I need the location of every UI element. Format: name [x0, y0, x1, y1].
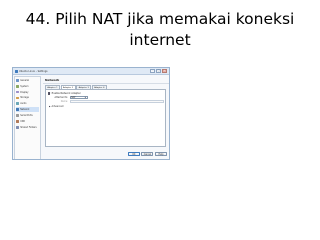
- sidebar-item-shared-folders[interactable]: Shared Folders: [16, 125, 39, 130]
- attached-to-select[interactable]: NAT ▼: [69, 95, 88, 99]
- sidebar-item-storage[interactable]: Storage: [16, 95, 39, 100]
- app-icon: [15, 69, 18, 73]
- advanced-label: Advanced: [51, 105, 64, 108]
- window-titlebar: Ubuntu Linux – Settings – □ ×: [13, 68, 169, 75]
- attached-to-value: NAT: [71, 95, 76, 99]
- monitor-icon: [16, 90, 19, 94]
- attached-to-row: Attached to: NAT ▼: [53, 95, 88, 99]
- window-controls: – □ ×: [150, 69, 167, 73]
- slide-title: 44. Pilih NAT jika memakai koneksi inter…: [20, 9, 300, 51]
- name-select[interactable]: [69, 100, 164, 103]
- cancel-button[interactable]: Cancel: [141, 152, 154, 156]
- settings-window: Ubuntu Linux – Settings – □ × General Sy…: [12, 67, 170, 160]
- slide-title-line-1: 44. Pilih NAT jika memakai koneksi: [25, 10, 295, 28]
- sidebar-item-usb[interactable]: USB: [16, 119, 39, 124]
- sidebar-item-serial-ports[interactable]: Serial Ports: [16, 113, 39, 118]
- serial-port-icon: [16, 114, 19, 117]
- sidebar-item-label: System: [20, 84, 29, 88]
- expand-arrow-icon: ▶: [49, 105, 51, 108]
- speaker-icon: [16, 102, 19, 106]
- advanced-row[interactable]: ▶ Advanced: [49, 105, 63, 108]
- disk-icon: [16, 96, 19, 100]
- help-button[interactable]: Help: [155, 152, 167, 156]
- minimize-button[interactable]: –: [150, 69, 156, 73]
- sidebar-item-system[interactable]: System: [16, 84, 39, 89]
- attached-to-label: Attached to:: [54, 95, 68, 99]
- sidebar-item-label: USB: [20, 119, 25, 123]
- name-row: Name:: [53, 100, 164, 103]
- sidebar-item-label: Network: [20, 108, 30, 112]
- chevron-down-icon: ▼: [84, 96, 86, 99]
- network-icon: [16, 108, 19, 112]
- sidebar-item-network[interactable]: Network: [16, 107, 39, 113]
- adapter-tab-panel: ✓ Enable Network Adapter Attached to: NA…: [45, 89, 166, 147]
- name-label: Name:: [60, 100, 68, 103]
- sidebar-item-label: Storage: [20, 96, 29, 100]
- sidebar-item-label: Serial Ports: [20, 114, 33, 118]
- usb-icon: [16, 120, 19, 123]
- ok-button[interactable]: OK: [127, 152, 140, 156]
- panel-divider: [43, 83, 169, 84]
- sidebar-item-label: Display: [20, 90, 29, 94]
- enable-adapter-checkbox[interactable]: ✓: [48, 92, 51, 95]
- maximize-button[interactable]: □: [156, 69, 162, 73]
- sidebar-item-general[interactable]: General: [16, 78, 39, 83]
- folder-icon: [16, 125, 19, 129]
- sidebar-item-display[interactable]: Display: [16, 89, 39, 94]
- window-title: Ubuntu Linux – Settings: [19, 69, 48, 73]
- sidebar-item-label: General: [20, 78, 29, 82]
- gear-icon: [16, 78, 19, 82]
- close-button[interactable]: ×: [162, 69, 167, 73]
- settings-content: Network Adapter 1 Adapter 2 Adapter 3 Ad…: [43, 76, 169, 159]
- panel-title: Network: [45, 78, 60, 82]
- chip-icon: [16, 84, 19, 88]
- slide-title-line-2: internet: [129, 31, 191, 49]
- sidebar-item-label: Audio: [20, 102, 27, 106]
- settings-sidebar: General System Display Storage Audio Net…: [14, 76, 41, 159]
- sidebar-item-audio[interactable]: Audio: [16, 101, 39, 106]
- sidebar-item-label: Shared Folders: [20, 125, 37, 129]
- dialog-buttons: OK Cancel Help: [127, 152, 167, 156]
